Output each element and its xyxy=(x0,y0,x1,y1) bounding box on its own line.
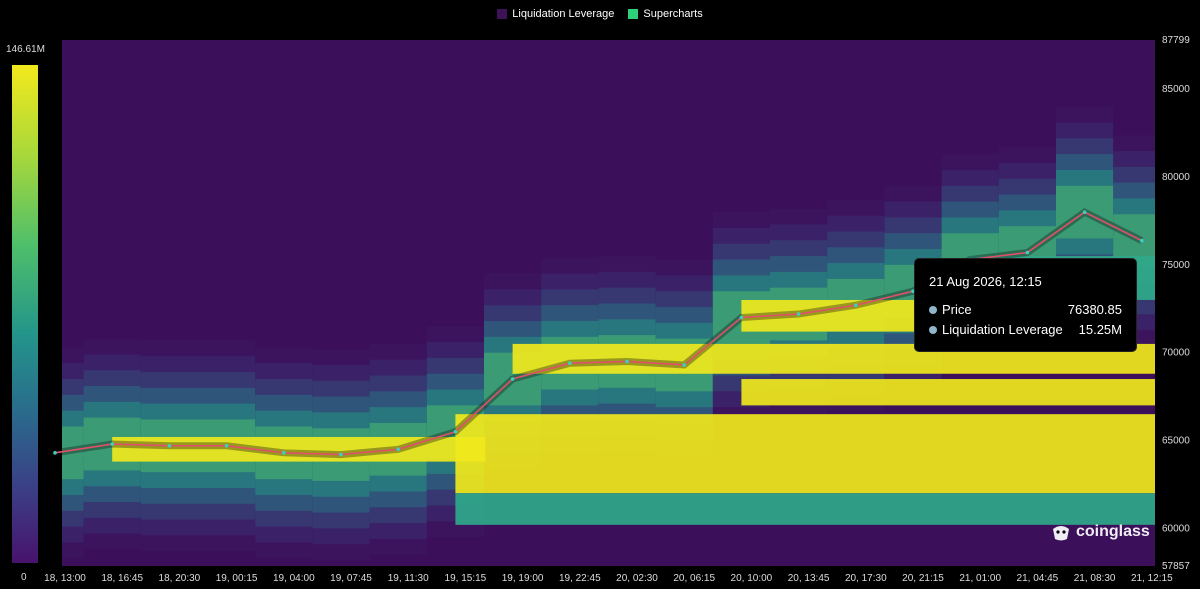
x-axis-ticks: 18, 13:00 18, 16:45 18, 20:30 19, 00:15 19, … xyxy=(44,573,1173,584)
x-tick-label: 20, 10:00 xyxy=(731,573,773,584)
tooltip-dot-icon xyxy=(929,325,937,334)
price-point xyxy=(110,442,114,446)
price-point xyxy=(1140,238,1144,243)
liquidation-band xyxy=(455,414,1155,494)
price-point xyxy=(625,359,629,364)
y-tick-label: 65000 xyxy=(1162,436,1190,447)
coinglass-logo-icon xyxy=(1053,526,1069,541)
x-tick-label: 18, 16:45 xyxy=(101,573,143,584)
price-point xyxy=(453,429,458,434)
price-point xyxy=(167,443,172,448)
price-point xyxy=(396,447,401,452)
price-point xyxy=(1082,210,1087,214)
x-tick-label: 20, 21:15 xyxy=(902,573,944,584)
tooltip-row-liquidation: Liquidation Leverage 15.25M xyxy=(929,322,1122,337)
x-tick-label: 19, 11:30 xyxy=(388,573,429,584)
liquidation-band xyxy=(741,379,1155,406)
x-tick-label: 19, 07:45 xyxy=(330,573,372,584)
y-tick-label: 75000 xyxy=(1162,260,1190,271)
tooltip-value-liquidation: 15.25M xyxy=(1078,322,1122,337)
price-point xyxy=(854,303,858,308)
x-tick-label: 21, 12:15 xyxy=(1131,573,1173,584)
x-tick-label: 21, 01:00 xyxy=(959,573,1001,584)
x-tick-label: 20, 17:30 xyxy=(845,573,887,584)
x-tick-label: 20, 06:15 xyxy=(673,573,715,584)
tooltip-label-liquidation: Liquidation Leverage xyxy=(942,322,1063,337)
y-tick-label: 60000 xyxy=(1162,523,1190,534)
price-point xyxy=(224,443,229,448)
price-point xyxy=(339,452,343,457)
x-tick-label: 19, 04:00 xyxy=(273,573,315,584)
hover-tooltip: 21 Aug 2026, 12:15 Price 76380.85 Liquid… xyxy=(915,259,1136,351)
coinglass-logo: coinglass xyxy=(1050,521,1150,543)
tooltip-dot-icon xyxy=(929,305,937,314)
y-range-max-label: 87799 xyxy=(1162,35,1190,46)
x-tick-label: 20, 13:45 xyxy=(788,573,830,584)
x-tick-label: 21, 08:30 xyxy=(1074,573,1116,584)
y-axis-ticks: 60000 65000 70000 75000 80000 85000 87799 57857 xyxy=(1162,35,1190,572)
price-point xyxy=(682,363,686,367)
tooltip-title: 21 Aug 2026, 12:15 xyxy=(929,274,1042,289)
y-tick-label: 70000 xyxy=(1162,348,1190,359)
x-tick-label: 18, 20:30 xyxy=(159,573,201,584)
price-point xyxy=(796,312,801,316)
x-tick-label: 20, 02:30 xyxy=(616,573,658,584)
tooltip-value-price: 76380.85 xyxy=(1067,302,1122,317)
x-tick-label: 19, 00:15 xyxy=(216,573,258,584)
price-point xyxy=(53,451,57,455)
price-point xyxy=(1025,250,1030,255)
y-range-min-label: 57857 xyxy=(1162,561,1190,572)
y-tick-label: 80000 xyxy=(1162,172,1190,183)
x-tick-label: 21, 04:45 xyxy=(1017,573,1059,584)
price-point xyxy=(510,377,515,381)
x-tick-label: 18, 13:00 xyxy=(44,573,86,584)
x-tick-label: 19, 19:00 xyxy=(502,573,544,584)
y-tick-label: 85000 xyxy=(1162,84,1190,95)
coinglass-logo-text: coinglass xyxy=(1076,523,1150,540)
price-point xyxy=(568,361,572,366)
tooltip-label-price: Price xyxy=(942,302,972,317)
x-tick-label: 19, 22:45 xyxy=(559,573,601,584)
tooltip-row-price: Price 76380.85 xyxy=(929,302,1122,317)
price-point xyxy=(739,315,744,320)
x-tick-label: 19, 15:15 xyxy=(445,573,487,584)
price-point xyxy=(282,451,286,455)
